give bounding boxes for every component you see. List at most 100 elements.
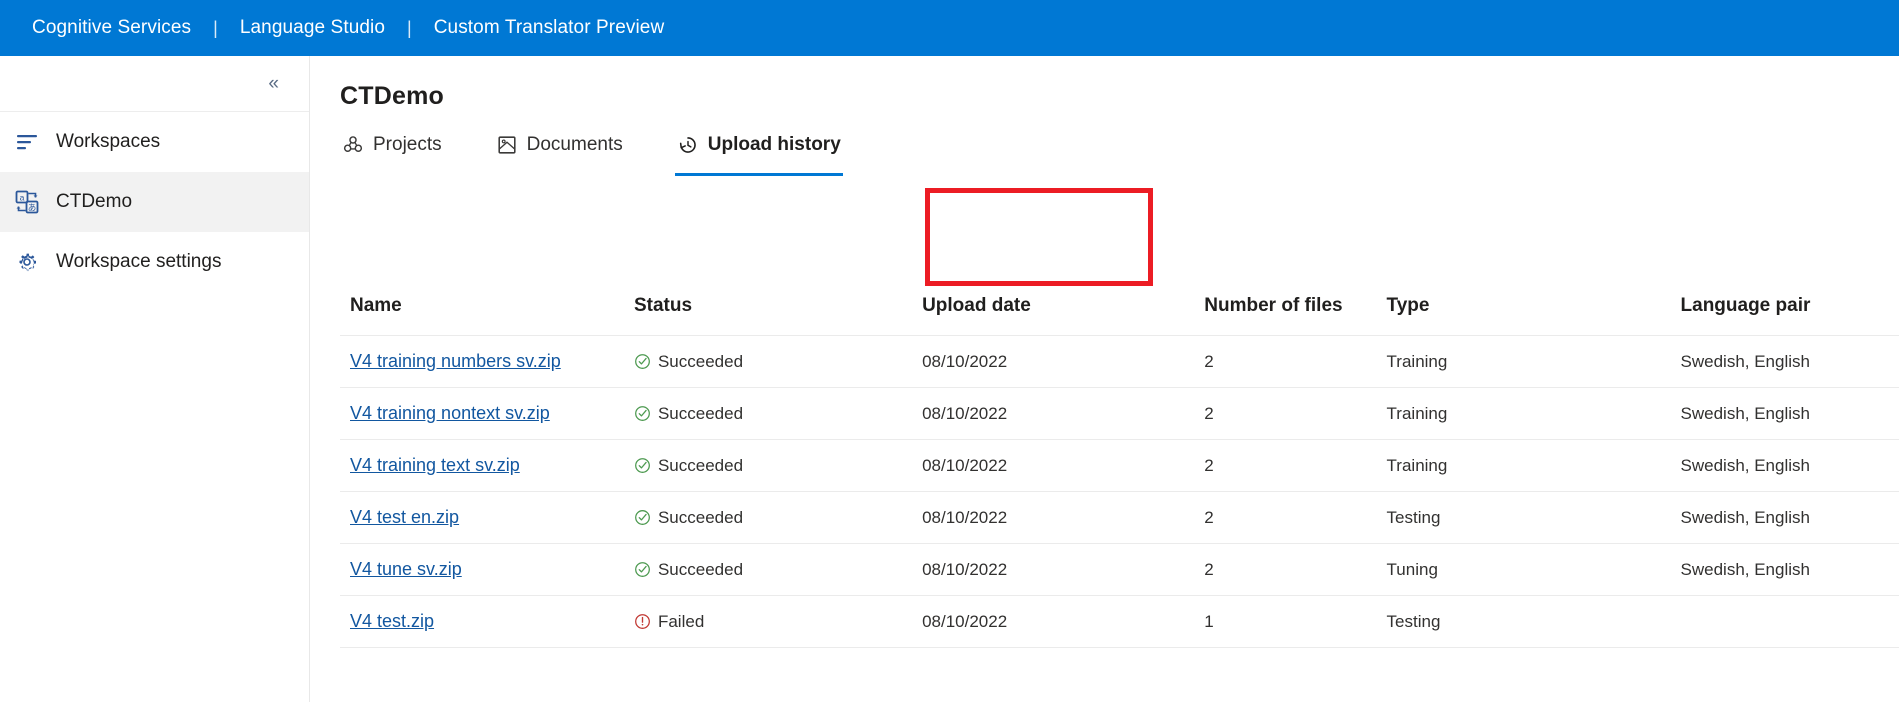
table-row[interactable]: V4 training nontext sv.zip Succeeded 08/… — [340, 387, 1899, 440]
cell-name: V4 training numbers sv.zip — [340, 335, 634, 388]
cell-name: V4 training text sv.zip — [340, 439, 634, 492]
upload-history-table-container: Name Status Upload date Number of files … — [340, 281, 1899, 648]
cell-status: Failed — [633, 595, 923, 648]
cell-name: V4 tune sv.zip — [340, 543, 634, 596]
documents-icon — [496, 134, 518, 156]
cell-number-of-files: 2 — [1204, 543, 1387, 596]
table-row[interactable]: V4 test.zip Failed 08/10/2022 1 Testing — [340, 595, 1899, 648]
status-label: Succeeded — [657, 351, 744, 371]
cell-upload-date: 08/10/2022 — [922, 491, 1205, 544]
list-icon — [14, 129, 40, 155]
column-header-language-pair[interactable]: Language pair — [1680, 281, 1899, 336]
file-link[interactable]: V4 training numbers sv.zip — [350, 351, 561, 371]
sidebar-item-workspaces[interactable]: Workspaces — [0, 112, 309, 172]
cell-status: Succeeded — [633, 491, 923, 544]
breadcrumb-custom-translator-preview[interactable]: Custom Translator Preview — [434, 17, 665, 39]
cell-name: V4 test en.zip — [340, 491, 634, 544]
svg-text:あ: あ — [28, 203, 37, 213]
cell-language-pair: Swedish, English — [1680, 439, 1899, 492]
tab-projects[interactable]: Projects — [340, 128, 444, 160]
cell-upload-date: 08/10/2022 — [922, 439, 1205, 492]
cell-language-pair: Swedish, English — [1680, 335, 1899, 388]
tab-label: Projects — [373, 134, 442, 155]
sidebar-item-workspace-settings[interactable]: Workspace settings — [0, 232, 309, 292]
cell-number-of-files: 1 — [1204, 595, 1387, 648]
column-header-upload-date[interactable]: Upload date — [922, 281, 1205, 336]
column-header-number-of-files[interactable]: Number of files — [1204, 281, 1387, 336]
cell-type: Training — [1386, 335, 1681, 388]
upload-history-table: Name Status Upload date Number of files … — [340, 281, 1899, 648]
cell-status: Succeeded — [633, 387, 923, 440]
file-link[interactable]: V4 test en.zip — [350, 507, 459, 527]
column-header-name[interactable]: Name — [340, 281, 634, 336]
chevron-double-left-icon: « — [268, 73, 279, 94]
active-tab-underline — [674, 173, 843, 176]
sidebar-item-label: Workspaces — [56, 131, 161, 152]
history-clock-icon — [677, 134, 699, 156]
check-circle-icon — [634, 457, 651, 474]
cell-name: V4 test.zip — [340, 595, 634, 648]
status-label: Succeeded — [657, 455, 744, 475]
cell-type: Tuning — [1386, 543, 1681, 596]
status-label: Succeeded — [657, 507, 744, 527]
check-circle-icon — [634, 509, 651, 526]
breadcrumb-language-studio[interactable]: Language Studio — [240, 17, 385, 39]
file-link[interactable]: V4 training text sv.zip — [350, 455, 520, 475]
page-title: CTDemo — [340, 82, 444, 110]
file-link[interactable]: V4 test.zip — [350, 611, 434, 631]
table-body: V4 training numbers sv.zip Succeeded 08/… — [340, 335, 1899, 648]
cell-language-pair: Swedish, English — [1680, 543, 1899, 596]
cell-upload-date: 08/10/2022 — [922, 335, 1205, 388]
check-circle-icon — [634, 405, 651, 422]
app-root: Cognitive Services | Language Studio | C… — [0, 0, 1899, 702]
table-row[interactable]: V4 training text sv.zip Succeeded 08/10/… — [340, 439, 1899, 492]
tab-label: Upload history — [707, 134, 841, 155]
sidebar-item-label: CTDemo — [56, 191, 133, 212]
cell-type: Testing — [1386, 491, 1681, 544]
column-header-status[interactable]: Status — [633, 281, 923, 336]
sidebar: « Workspaces a あ CTDemo Workspace settin… — [0, 56, 310, 702]
sidebar-item-label: Workspace settings — [56, 251, 222, 272]
tab-documents[interactable]: Documents — [494, 128, 625, 160]
main-content: CTDemo Projects Documents Upload history… — [310, 56, 1899, 702]
sidebar-item-ctdemo[interactable]: a あ CTDemo — [0, 172, 309, 232]
check-circle-icon — [634, 561, 651, 578]
status-label: Succeeded — [657, 559, 744, 579]
cell-language-pair: Swedish, English — [1680, 491, 1899, 544]
sidebar-collapse-row: « — [0, 56, 309, 112]
table-row[interactable]: V4 training numbers sv.zip Succeeded 08/… — [340, 335, 1899, 388]
cell-status: Succeeded — [633, 543, 923, 596]
body-area: « Workspaces a あ CTDemo Workspace settin… — [0, 56, 1899, 702]
breadcrumb-cognitive-services[interactable]: Cognitive Services — [32, 17, 191, 39]
tab-upload-history[interactable]: Upload history — [674, 128, 843, 176]
cell-status: Succeeded — [633, 439, 923, 492]
annotation-highlight-box — [925, 188, 1153, 286]
svg-text:a: a — [20, 193, 25, 203]
cell-number-of-files: 2 — [1204, 335, 1387, 388]
status-label: Failed — [657, 611, 705, 631]
column-header-type[interactable]: Type — [1386, 281, 1681, 336]
cell-upload-date: 08/10/2022 — [922, 595, 1205, 648]
table-row[interactable]: V4 tune sv.zip Succeeded 08/10/2022 2 Tu… — [340, 543, 1899, 596]
check-circle-icon — [634, 353, 651, 370]
breadcrumb-separator: | — [407, 17, 412, 38]
cell-number-of-files: 2 — [1204, 491, 1387, 544]
tab-label: Documents — [526, 134, 623, 155]
file-link[interactable]: V4 training nontext sv.zip — [350, 403, 550, 423]
translator-icon: a あ — [14, 189, 40, 215]
table-row[interactable]: V4 test en.zip Succeeded 08/10/2022 2 Te… — [340, 491, 1899, 544]
cell-upload-date: 08/10/2022 — [922, 543, 1205, 596]
table-header: Name Status Upload date Number of files … — [340, 281, 1899, 336]
cell-number-of-files: 2 — [1204, 439, 1387, 492]
top-brand-bar: Cognitive Services | Language Studio | C… — [0, 0, 1899, 56]
table-header-row: Name Status Upload date Number of files … — [340, 281, 1899, 336]
projects-icon — [342, 134, 364, 156]
cell-type: Training — [1386, 387, 1681, 440]
collapse-sidebar-button[interactable]: « — [268, 74, 279, 93]
cell-upload-date: 08/10/2022 — [922, 387, 1205, 440]
status-label: Succeeded — [657, 403, 744, 423]
file-link[interactable]: V4 tune sv.zip — [350, 559, 462, 579]
cell-language-pair: Swedish, English — [1680, 387, 1899, 440]
gear-icon — [14, 249, 40, 275]
breadcrumb-separator: | — [213, 17, 218, 38]
